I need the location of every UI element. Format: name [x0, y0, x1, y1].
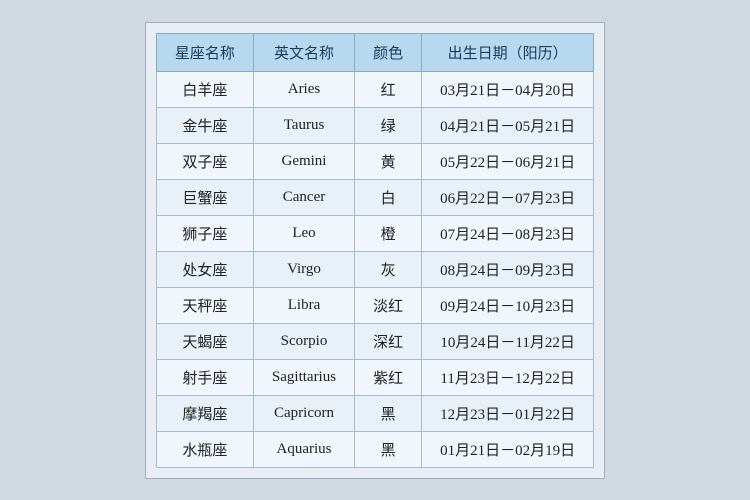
- table-cell-5-2: 灰: [355, 251, 422, 287]
- table-row: 摩羯座Capricorn黑12月23日－01月22日: [156, 395, 593, 431]
- table-row: 双子座Gemini黄05月22日－06月21日: [156, 143, 593, 179]
- column-header-0: 星座名称: [156, 33, 253, 71]
- table-cell-7-2: 深红: [355, 323, 422, 359]
- table-cell-1-1: Taurus: [253, 107, 354, 143]
- table-cell-5-0: 处女座: [156, 251, 253, 287]
- table-cell-1-0: 金牛座: [156, 107, 253, 143]
- table-cell-5-3: 08月24日－09月23日: [422, 251, 594, 287]
- table-row: 狮子座Leo橙07月24日－08月23日: [156, 215, 593, 251]
- table-cell-7-1: Scorpio: [253, 323, 354, 359]
- table-cell-9-2: 黑: [355, 395, 422, 431]
- table-row: 巨蟹座Cancer白06月22日－07月23日: [156, 179, 593, 215]
- table-cell-10-2: 黑: [355, 431, 422, 467]
- table-cell-4-0: 狮子座: [156, 215, 253, 251]
- table-cell-7-0: 天蝎座: [156, 323, 253, 359]
- table-cell-8-0: 射手座: [156, 359, 253, 395]
- table-cell-3-1: Cancer: [253, 179, 354, 215]
- zodiac-table-container: 星座名称英文名称颜色出生日期（阳历） 白羊座Aries红03月21日－04月20…: [145, 22, 605, 479]
- table-cell-2-1: Gemini: [253, 143, 354, 179]
- table-cell-9-1: Capricorn: [253, 395, 354, 431]
- table-cell-10-1: Aquarius: [253, 431, 354, 467]
- table-cell-9-3: 12月23日－01月22日: [422, 395, 594, 431]
- table-cell-5-1: Virgo: [253, 251, 354, 287]
- table-cell-6-3: 09月24日－10月23日: [422, 287, 594, 323]
- table-cell-2-3: 05月22日－06月21日: [422, 143, 594, 179]
- column-header-2: 颜色: [355, 33, 422, 71]
- table-row: 射手座Sagittarius紫红11月23日－12月22日: [156, 359, 593, 395]
- table-cell-6-1: Libra: [253, 287, 354, 323]
- table-cell-3-0: 巨蟹座: [156, 179, 253, 215]
- table-row: 天蝎座Scorpio深红10月24日－11月22日: [156, 323, 593, 359]
- table-cell-9-0: 摩羯座: [156, 395, 253, 431]
- table-cell-3-3: 06月22日－07月23日: [422, 179, 594, 215]
- table-row: 天秤座Libra淡红09月24日－10月23日: [156, 287, 593, 323]
- table-cell-1-3: 04月21日－05月21日: [422, 107, 594, 143]
- table-header-row: 星座名称英文名称颜色出生日期（阳历）: [156, 33, 593, 71]
- table-cell-6-2: 淡红: [355, 287, 422, 323]
- table-row: 水瓶座Aquarius黑01月21日－02月19日: [156, 431, 593, 467]
- table-cell-7-3: 10月24日－11月22日: [422, 323, 594, 359]
- table-row: 处女座Virgo灰08月24日－09月23日: [156, 251, 593, 287]
- table-cell-10-3: 01月21日－02月19日: [422, 431, 594, 467]
- table-cell-8-1: Sagittarius: [253, 359, 354, 395]
- table-cell-4-3: 07月24日－08月23日: [422, 215, 594, 251]
- column-header-3: 出生日期（阳历）: [422, 33, 594, 71]
- table-cell-2-2: 黄: [355, 143, 422, 179]
- table-row: 金牛座Taurus绿04月21日－05月21日: [156, 107, 593, 143]
- table-cell-3-2: 白: [355, 179, 422, 215]
- table-cell-0-0: 白羊座: [156, 71, 253, 107]
- table-cell-0-1: Aries: [253, 71, 354, 107]
- table-cell-0-2: 红: [355, 71, 422, 107]
- table-row: 白羊座Aries红03月21日－04月20日: [156, 71, 593, 107]
- table-cell-0-3: 03月21日－04月20日: [422, 71, 594, 107]
- table-cell-10-0: 水瓶座: [156, 431, 253, 467]
- table-cell-2-0: 双子座: [156, 143, 253, 179]
- table-cell-6-0: 天秤座: [156, 287, 253, 323]
- table-cell-1-2: 绿: [355, 107, 422, 143]
- table-cell-8-2: 紫红: [355, 359, 422, 395]
- table-cell-4-1: Leo: [253, 215, 354, 251]
- zodiac-table: 星座名称英文名称颜色出生日期（阳历） 白羊座Aries红03月21日－04月20…: [156, 33, 594, 468]
- table-cell-8-3: 11月23日－12月22日: [422, 359, 594, 395]
- column-header-1: 英文名称: [253, 33, 354, 71]
- table-cell-4-2: 橙: [355, 215, 422, 251]
